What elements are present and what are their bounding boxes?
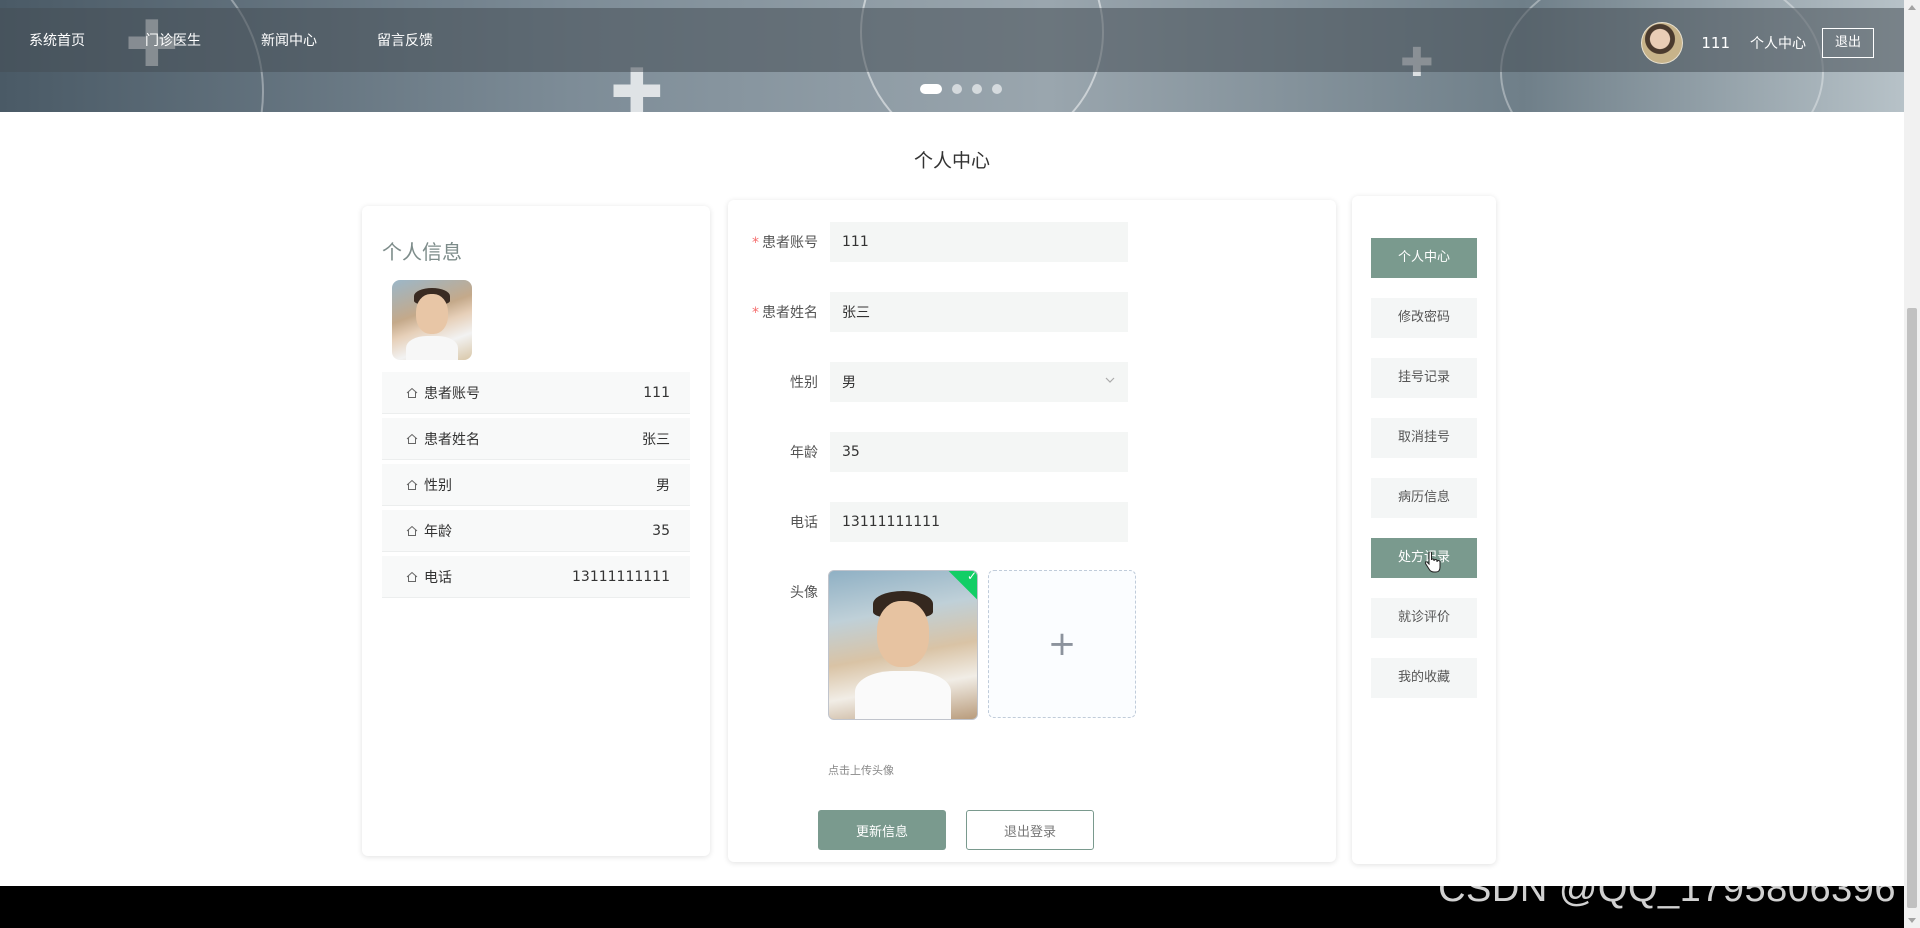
menu-item-cancel-registration[interactable]: 取消挂号 bbox=[1371, 418, 1477, 458]
scroll-thumb[interactable] bbox=[1907, 308, 1917, 908]
plus-icon: + bbox=[1047, 624, 1077, 664]
age-input[interactable] bbox=[830, 432, 1128, 472]
pointer-cursor-icon bbox=[1424, 552, 1441, 573]
profile-form: *患者账号 *患者姓名 性别 男 年龄 电话 头像 ✓ + 点击上传头像 更新信… bbox=[728, 200, 1336, 862]
form-row-gender: 性别 男 bbox=[728, 362, 1128, 402]
username: 111 bbox=[1701, 34, 1730, 52]
phone-label: 电话 bbox=[790, 515, 818, 531]
carousel-indicators bbox=[920, 84, 1002, 94]
top-nav: 系统首页 门诊医生 新闻中心 留言反馈 111 个人中心 退出 bbox=[0, 8, 1904, 72]
nav-item-feedback[interactable]: 留言反馈 bbox=[377, 30, 433, 50]
page-scrollbar[interactable] bbox=[1904, 0, 1920, 928]
list-item: 性别 男 bbox=[382, 464, 690, 506]
profile-card-title: 个人信息 bbox=[382, 240, 462, 264]
upload-success-badge: ✓ bbox=[946, 570, 978, 602]
age-label: 年龄 bbox=[790, 445, 818, 461]
required-mark: * bbox=[752, 305, 759, 321]
nav-item-doctors[interactable]: 门诊医生 bbox=[145, 30, 201, 50]
menu-item-reviews[interactable]: 就诊评价 bbox=[1371, 598, 1477, 638]
logout-button[interactable]: 退出 bbox=[1822, 28, 1874, 58]
menu-item-medical-records[interactable]: 病历信息 bbox=[1371, 478, 1477, 518]
nav-item-news[interactable]: 新闻中心 bbox=[261, 30, 317, 50]
profile-info-list: 患者账号 111 患者姓名 张三 性别 男 年龄 35 电话 131111111… bbox=[382, 372, 690, 602]
side-menu: 个人中心 修改密码 挂号记录 取消挂号 病历信息 处方记录 就诊评价 我的收藏 bbox=[1352, 196, 1496, 864]
form-row-age: 年龄 bbox=[728, 432, 1128, 472]
gender-label: 性别 bbox=[790, 375, 818, 391]
chevron-down-icon bbox=[1105, 377, 1115, 383]
watermark: CSDN @QQ_1795806396 bbox=[1438, 868, 1896, 910]
menu-item-profile[interactable]: 个人中心 bbox=[1371, 238, 1477, 278]
carousel-dot[interactable] bbox=[920, 84, 942, 94]
page-title: 个人中心 bbox=[913, 150, 990, 172]
home-icon bbox=[406, 387, 418, 398]
carousel-dot[interactable] bbox=[972, 84, 982, 94]
carousel-dot[interactable] bbox=[952, 84, 962, 94]
info-value: 111 bbox=[643, 384, 670, 401]
info-value: 13111111111 bbox=[572, 568, 670, 585]
account-input[interactable] bbox=[830, 222, 1128, 262]
info-value: 张三 bbox=[642, 431, 670, 448]
form-row-avatar: 头像 bbox=[728, 582, 830, 602]
phone-input[interactable] bbox=[830, 502, 1128, 542]
home-icon bbox=[406, 525, 418, 536]
list-item: 患者账号 111 bbox=[382, 372, 690, 414]
upload-add-button[interactable]: + bbox=[988, 570, 1136, 718]
account-label: 患者账号 bbox=[762, 235, 818, 251]
menu-item-favorites[interactable]: 我的收藏 bbox=[1371, 658, 1477, 698]
check-icon: ✓ bbox=[966, 570, 978, 584]
home-icon bbox=[406, 433, 418, 444]
name-label: 患者姓名 bbox=[762, 305, 818, 321]
form-row-name: * 患者姓名 bbox=[728, 292, 1128, 332]
upload-tip: 点击上传头像 bbox=[828, 764, 894, 777]
user-area: 111 个人中心 退出 bbox=[1641, 22, 1874, 64]
name-input[interactable] bbox=[830, 292, 1128, 332]
info-label: 性别 bbox=[424, 477, 452, 494]
required-mark: * bbox=[752, 235, 759, 251]
update-info-button[interactable]: 更新信息 bbox=[818, 810, 946, 850]
info-label: 电话 bbox=[424, 569, 452, 586]
info-value: 男 bbox=[656, 477, 670, 494]
profile-card: 个人信息 患者账号 111 患者姓名 张三 性别 男 年龄 35 电话 1311… bbox=[362, 206, 710, 856]
list-item: 患者姓名 张三 bbox=[382, 418, 690, 460]
info-label: 患者姓名 bbox=[424, 431, 480, 448]
info-label: 患者账号 bbox=[424, 385, 480, 402]
profile-avatar bbox=[392, 280, 472, 360]
info-label: 年龄 bbox=[424, 523, 452, 540]
home-icon bbox=[406, 479, 418, 490]
form-row-account: * 患者账号 bbox=[728, 222, 1128, 262]
logout-account-button[interactable]: 退出登录 bbox=[966, 810, 1094, 850]
gender-value: 男 bbox=[842, 375, 856, 391]
info-value: 35 bbox=[652, 522, 670, 539]
avatar[interactable] bbox=[1641, 22, 1684, 64]
menu-item-registrations[interactable]: 挂号记录 bbox=[1371, 358, 1477, 398]
nav-item-home[interactable]: 系统首页 bbox=[29, 30, 85, 50]
carousel-dot[interactable] bbox=[992, 84, 1002, 94]
scroll-up-icon[interactable] bbox=[1908, 5, 1916, 10]
header-banner: ✚ ✚ ✚ 系统首页 门诊医生 新闻中心 留言反馈 111 个人中心 退出 bbox=[0, 0, 1904, 112]
nav-profile-link[interactable]: 个人中心 bbox=[1750, 33, 1806, 53]
avatar-uploader: ✓ + bbox=[828, 570, 1136, 720]
scroll-down-icon[interactable] bbox=[1908, 918, 1916, 923]
home-icon bbox=[406, 571, 418, 582]
list-item: 年龄 35 bbox=[382, 510, 690, 552]
avatar-label: 头像 bbox=[790, 585, 818, 601]
avatar-preview[interactable]: ✓ bbox=[828, 570, 978, 720]
list-item: 电话 13111111111 bbox=[382, 556, 690, 598]
form-row-phone: 电话 bbox=[728, 502, 1128, 542]
menu-item-change-password[interactable]: 修改密码 bbox=[1371, 298, 1477, 338]
gender-select[interactable]: 男 bbox=[830, 362, 1128, 402]
